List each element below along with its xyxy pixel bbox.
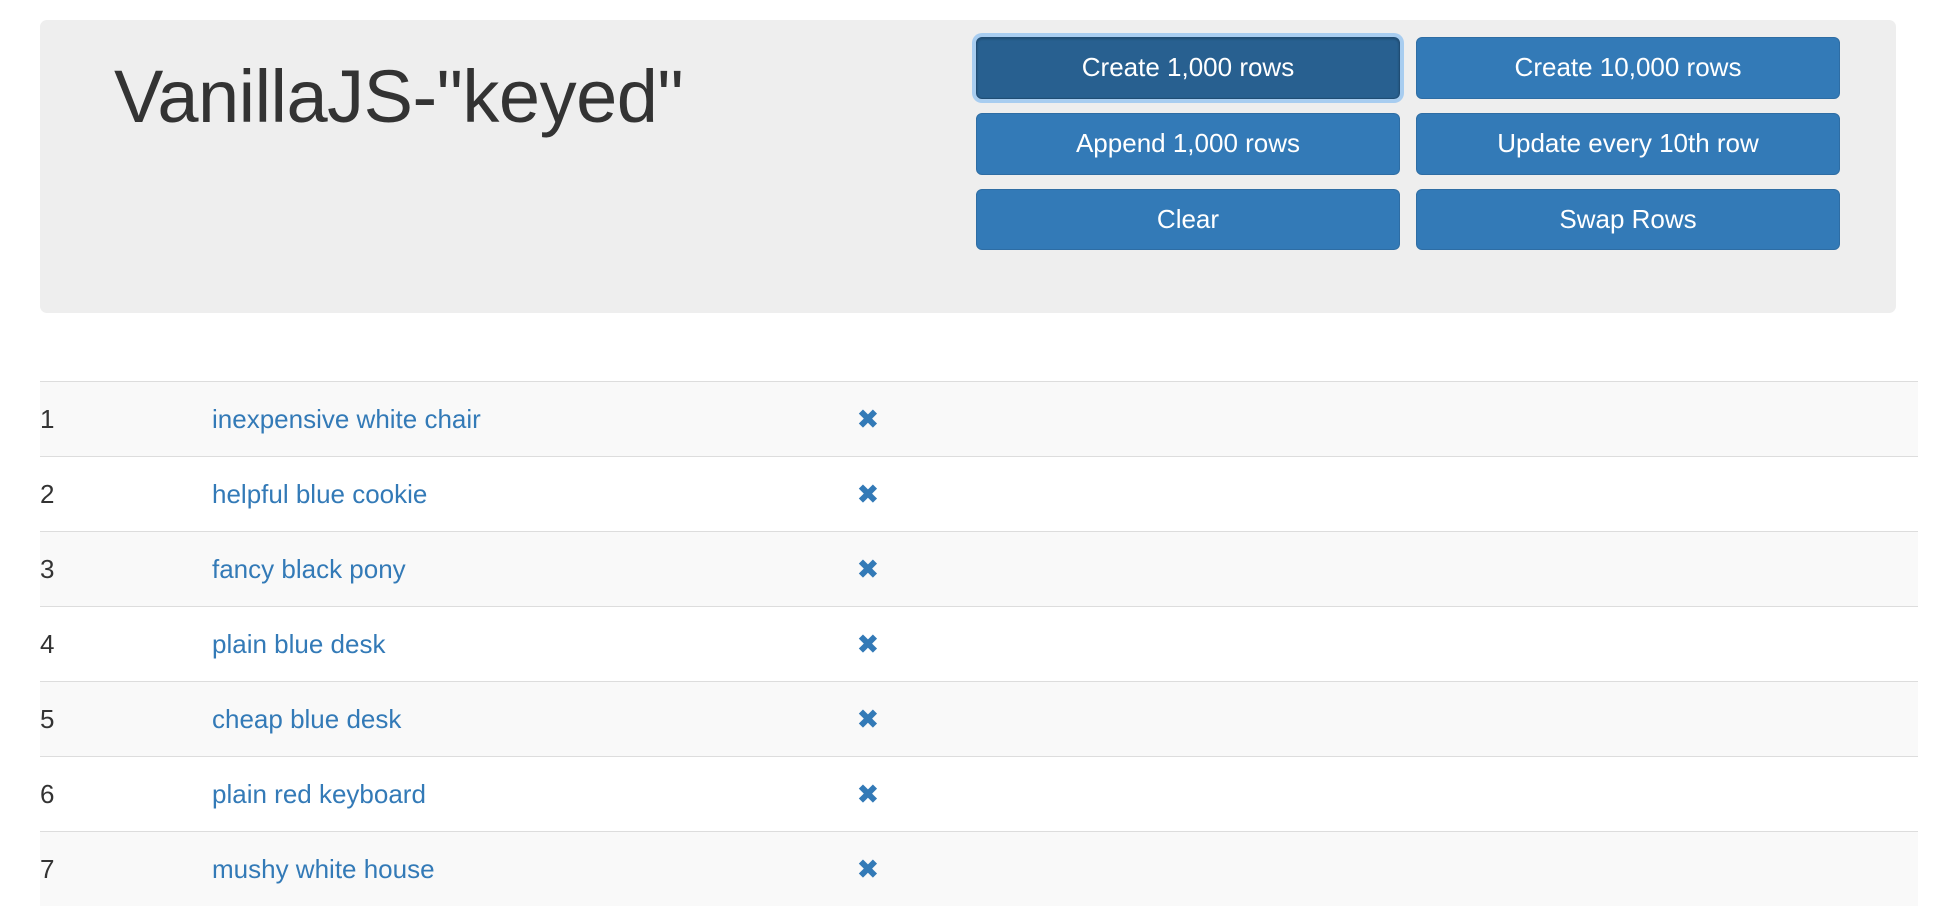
row-spacer-cell [1127, 456, 1918, 532]
row-remove-cell: ✖ [856, 381, 1127, 457]
row-id-cell: 3 [40, 531, 212, 607]
table-wrapper: 1 inexpensive white chair ✖ 2 helpful blue c… [40, 381, 1918, 906]
append-1000-rows-button[interactable]: Append 1,000 rows [976, 112, 1400, 175]
remove-row-button[interactable]: ✖ [856, 401, 880, 438]
row-id-cell: 1 [40, 381, 212, 457]
swap-rows-button[interactable]: Swap Rows [1416, 188, 1840, 251]
jumbotron-row: VanillaJS-"keyed" Create 1,000 rows Crea… [40, 20, 1896, 313]
title-column: VanillaJS-"keyed" [40, 20, 968, 313]
row-label-cell: helpful blue cookie [212, 456, 857, 532]
row-label-cell: plain blue desk [212, 606, 857, 682]
row-remove-cell: ✖ [856, 831, 1127, 906]
remove-icon: ✖ [856, 553, 880, 586]
row-remove-cell: ✖ [856, 681, 1127, 757]
row-spacer-cell [1127, 681, 1918, 757]
row-label-link[interactable]: plain red keyboard [212, 779, 426, 809]
row-remove-cell: ✖ [856, 531, 1127, 607]
button-cell-clear: Clear [976, 188, 1408, 265]
row-label-cell: fancy black pony [212, 531, 857, 607]
create-10000-rows-button[interactable]: Create 10,000 rows [1416, 37, 1840, 99]
jumbotron-header: VanillaJS-"keyed" Create 1,000 rows Crea… [40, 20, 1896, 313]
remove-icon: ✖ [856, 778, 880, 811]
row-label-cell: mushy white house [212, 831, 857, 906]
remove-row-button[interactable]: ✖ [856, 851, 880, 888]
app-root: VanillaJS-"keyed" Create 1,000 rows Crea… [0, 0, 1936, 908]
update-every-10th-row-button[interactable]: Update every 10th row [1416, 112, 1840, 175]
row-label-link[interactable]: inexpensive white chair [212, 404, 481, 434]
remove-icon: ✖ [856, 403, 880, 436]
row-remove-cell: ✖ [856, 456, 1127, 532]
remove-icon: ✖ [856, 478, 880, 511]
row-id-cell: 5 [40, 681, 212, 757]
table-row: 1 inexpensive white chair ✖ [40, 381, 1918, 457]
row-id-cell: 7 [40, 831, 212, 906]
remove-icon: ✖ [856, 703, 880, 736]
table-row: 4 plain blue desk ✖ [40, 606, 1918, 682]
row-spacer-cell [1127, 756, 1918, 832]
row-label-link[interactable]: helpful blue cookie [212, 479, 427, 509]
row-label-link[interactable]: plain blue desk [212, 629, 385, 659]
table-row: 6 plain red keyboard ✖ [40, 756, 1918, 832]
row-label-link[interactable]: fancy black pony [212, 554, 406, 584]
remove-row-button[interactable]: ✖ [856, 701, 880, 738]
page-container: VanillaJS-"keyed" Create 1,000 rows Crea… [40, 0, 1918, 906]
row-label-cell: inexpensive white chair [212, 381, 857, 457]
table-row: 3 fancy black pony ✖ [40, 531, 1918, 607]
button-cell-update: Update every 10th row [1408, 112, 1840, 189]
row-spacer-cell [1127, 381, 1918, 457]
rows-table: 1 inexpensive white chair ✖ 2 helpful blue c… [40, 381, 1918, 906]
row-spacer-cell [1127, 606, 1918, 682]
row-spacer-cell [1127, 531, 1918, 607]
table-row: 5 cheap blue desk ✖ [40, 681, 1918, 757]
page-title: VanillaJS-"keyed" [114, 55, 684, 138]
buttons-column: Create 1,000 rows Create 10,000 rows App… [968, 20, 1896, 313]
remove-row-button[interactable]: ✖ [856, 626, 880, 663]
rows-table-body: 1 inexpensive white chair ✖ 2 helpful blue c… [40, 381, 1918, 906]
remove-row-button[interactable]: ✖ [856, 776, 880, 813]
create-1000-rows-button[interactable]: Create 1,000 rows [976, 37, 1400, 99]
clear-button[interactable]: Clear [976, 188, 1400, 251]
row-remove-cell: ✖ [856, 756, 1127, 832]
remove-icon: ✖ [856, 853, 880, 886]
action-button-grid: Create 1,000 rows Create 10,000 rows App… [976, 37, 1840, 264]
button-cell-swaprows: Swap Rows [1408, 188, 1840, 265]
row-label-cell: plain red keyboard [212, 756, 857, 832]
button-cell-run: Create 1,000 rows [976, 37, 1408, 113]
remove-icon: ✖ [856, 628, 880, 661]
button-cell-add: Append 1,000 rows [976, 112, 1408, 189]
table-row: 7 mushy white house ✖ [40, 831, 1918, 906]
table-row: 2 helpful blue cookie ✖ [40, 456, 1918, 532]
row-remove-cell: ✖ [856, 606, 1127, 682]
row-label-link[interactable]: mushy white house [212, 854, 435, 884]
row-label-link[interactable]: cheap blue desk [212, 704, 401, 734]
row-spacer-cell [1127, 831, 1918, 906]
row-id-cell: 2 [40, 456, 212, 532]
remove-row-button[interactable]: ✖ [856, 476, 880, 513]
row-id-cell: 4 [40, 606, 212, 682]
row-id-cell: 6 [40, 756, 212, 832]
row-label-cell: cheap blue desk [212, 681, 857, 757]
remove-row-button[interactable]: ✖ [856, 551, 880, 588]
button-cell-runlots: Create 10,000 rows [1408, 37, 1840, 113]
